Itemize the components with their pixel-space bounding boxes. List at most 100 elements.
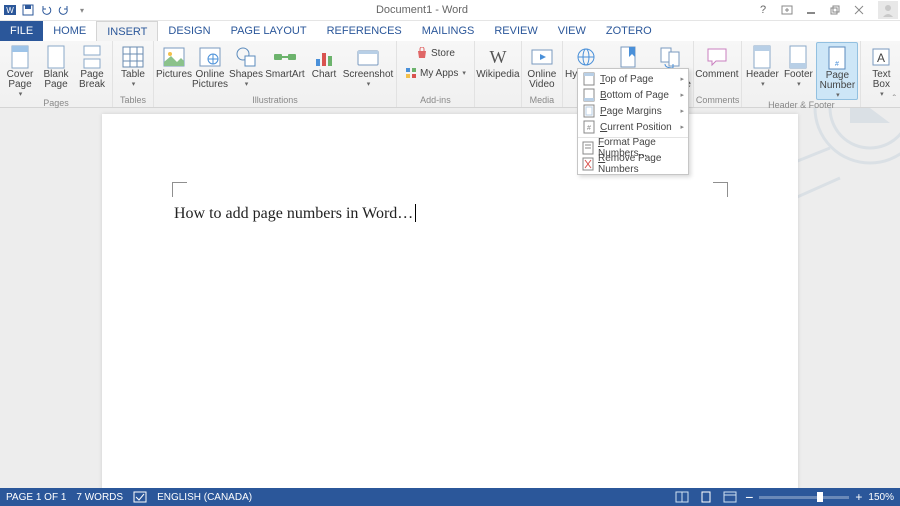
- footer-button[interactable]: Footer▾: [780, 42, 816, 88]
- zoom-slider-thumb[interactable]: [817, 492, 823, 502]
- word-app-icon[interactable]: W: [2, 2, 18, 18]
- menu-remove-page-numbers[interactable]: Remove Page Numbers: [578, 156, 688, 172]
- my-apps-button[interactable]: My Apps▾: [403, 66, 468, 80]
- ribbon-insert: Cover Page▾ Blank Page Page Break Pages …: [0, 41, 900, 108]
- status-word-count[interactable]: 7 WORDS: [76, 492, 123, 503]
- tab-design[interactable]: DESIGN: [158, 21, 220, 41]
- menu-current-position[interactable]: #Current Position▸: [578, 119, 688, 135]
- page-number-button[interactable]: #Page Number▾: [816, 42, 858, 100]
- tab-review[interactable]: REVIEW: [484, 21, 547, 41]
- group-header-footer: Header▾ Footer▾ #Page Number▾ Header & F…: [742, 41, 861, 107]
- format-page-numbers-icon: [582, 141, 594, 155]
- text-box-icon: A: [867, 44, 895, 70]
- tab-zotero[interactable]: ZOTERO: [596, 21, 662, 41]
- store-button[interactable]: Store: [414, 46, 457, 60]
- status-bar: PAGE 1 OF 1 7 WORDS ENGLISH (CANADA) − +…: [0, 488, 900, 506]
- tab-references[interactable]: REFERENCES: [317, 21, 412, 41]
- page-number-menu: Top of Page▸ Bottom of Page▸ Page Margin…: [577, 68, 689, 175]
- ribbon-tabs: FILE HOME INSERT DESIGN PAGE LAYOUT REFE…: [0, 21, 900, 41]
- comment-icon: [703, 44, 731, 70]
- cover-page-button[interactable]: Cover Page▾: [2, 42, 38, 98]
- svg-text:A: A: [877, 51, 885, 65]
- undo-icon[interactable]: [38, 2, 54, 18]
- remove-page-numbers-icon: [582, 157, 594, 171]
- online-video-button[interactable]: Online Video: [524, 42, 560, 90]
- status-proofing-icon[interactable]: [133, 491, 147, 503]
- top-of-page-icon: [582, 72, 596, 86]
- zoom-slider[interactable]: [759, 496, 849, 499]
- menu-top-of-page[interactable]: Top of Page▸: [578, 71, 688, 87]
- group-illustrations: Pictures Online Pictures Shapes▾ SmartAr…: [154, 41, 397, 107]
- margin-marker-tl: [172, 182, 187, 197]
- view-read-mode-icon[interactable]: [673, 490, 691, 504]
- minimize-icon[interactable]: [802, 2, 820, 18]
- close-icon[interactable]: [850, 2, 868, 18]
- zoom-level[interactable]: 150%: [868, 492, 894, 503]
- svg-text:#: #: [835, 61, 839, 68]
- document-body-text[interactable]: How to add page numbers in Word…: [174, 204, 416, 223]
- cover-page-icon: [6, 44, 34, 70]
- footer-icon: [784, 44, 812, 70]
- blank-page-icon: [42, 44, 70, 70]
- zoom-in-button[interactable]: +: [855, 490, 862, 504]
- menu-bottom-of-page[interactable]: Bottom of Page▸: [578, 87, 688, 103]
- svg-text:#: #: [587, 125, 591, 132]
- collapse-ribbon-icon[interactable]: ˆ: [893, 94, 896, 105]
- cross-reference-icon: [656, 44, 684, 70]
- document-workspace: How to add page numbers in Word…: [0, 108, 900, 488]
- page-break-icon: [78, 44, 106, 70]
- page-number-icon: #: [823, 45, 851, 71]
- pictures-icon: [160, 44, 188, 70]
- tab-page-layout[interactable]: PAGE LAYOUT: [221, 21, 317, 41]
- tab-home[interactable]: HOME: [43, 21, 96, 41]
- page-break-button[interactable]: Page Break: [74, 42, 110, 90]
- wikipedia-button[interactable]: WWikipedia: [477, 42, 519, 80]
- screenshot-button[interactable]: Screenshot▾: [342, 42, 394, 88]
- pictures-button[interactable]: Pictures: [156, 42, 192, 80]
- view-print-layout-icon[interactable]: [697, 490, 715, 504]
- text-cursor: [415, 204, 416, 222]
- status-page[interactable]: PAGE 1 OF 1: [6, 492, 66, 503]
- redo-icon[interactable]: [56, 2, 72, 18]
- blank-page-button[interactable]: Blank Page: [38, 42, 74, 90]
- group-comments: Comment Comments: [694, 41, 743, 107]
- comment-button[interactable]: Comment: [696, 42, 738, 80]
- online-video-icon: [528, 44, 556, 70]
- online-pictures-button[interactable]: Online Pictures: [192, 42, 228, 90]
- screenshot-icon: [354, 44, 382, 70]
- document-page[interactable]: How to add page numbers in Word…: [102, 114, 798, 488]
- tab-insert[interactable]: INSERT: [96, 21, 158, 41]
- group-pages: Cover Page▾ Blank Page Page Break Pages: [0, 41, 113, 107]
- restore-icon[interactable]: [826, 2, 844, 18]
- qat-customize-icon[interactable]: ▾: [74, 2, 90, 18]
- online-pictures-icon: [196, 44, 224, 70]
- zoom-out-button[interactable]: −: [745, 492, 753, 502]
- user-avatar[interactable]: [878, 1, 898, 19]
- text-box-button[interactable]: AText Box▾: [863, 42, 899, 98]
- ribbon-options-icon[interactable]: [778, 2, 796, 18]
- current-position-icon: #: [582, 120, 596, 134]
- header-button[interactable]: Header▾: [744, 42, 780, 88]
- help-icon[interactable]: ?: [754, 2, 772, 18]
- tab-mailings[interactable]: MAILINGS: [412, 21, 485, 41]
- table-button[interactable]: Table▾: [115, 42, 151, 88]
- group-addins: Store My Apps▾ Add-ins: [397, 41, 475, 107]
- svg-text:W: W: [6, 6, 14, 15]
- wikipedia-icon: W: [484, 44, 512, 70]
- save-icon[interactable]: [20, 2, 36, 18]
- tab-file[interactable]: FILE: [0, 21, 43, 41]
- tab-view[interactable]: VIEW: [548, 21, 596, 41]
- smartart-button[interactable]: SmartArt: [264, 42, 306, 80]
- status-language[interactable]: ENGLISH (CANADA): [157, 492, 252, 503]
- shapes-button[interactable]: Shapes▾: [228, 42, 264, 88]
- page-margins-icon: [582, 104, 596, 118]
- menu-page-margins[interactable]: Page Margins▸: [578, 103, 688, 119]
- margin-marker-tr: [713, 182, 728, 197]
- group-media: Online Video Media: [522, 41, 563, 107]
- chart-button[interactable]: Chart: [306, 42, 342, 80]
- bottom-of-page-icon: [582, 88, 596, 102]
- view-web-layout-icon[interactable]: [721, 490, 739, 504]
- quick-access-toolbar: W ▾: [2, 2, 90, 18]
- chart-icon: [310, 44, 338, 70]
- svg-text:W: W: [489, 47, 506, 67]
